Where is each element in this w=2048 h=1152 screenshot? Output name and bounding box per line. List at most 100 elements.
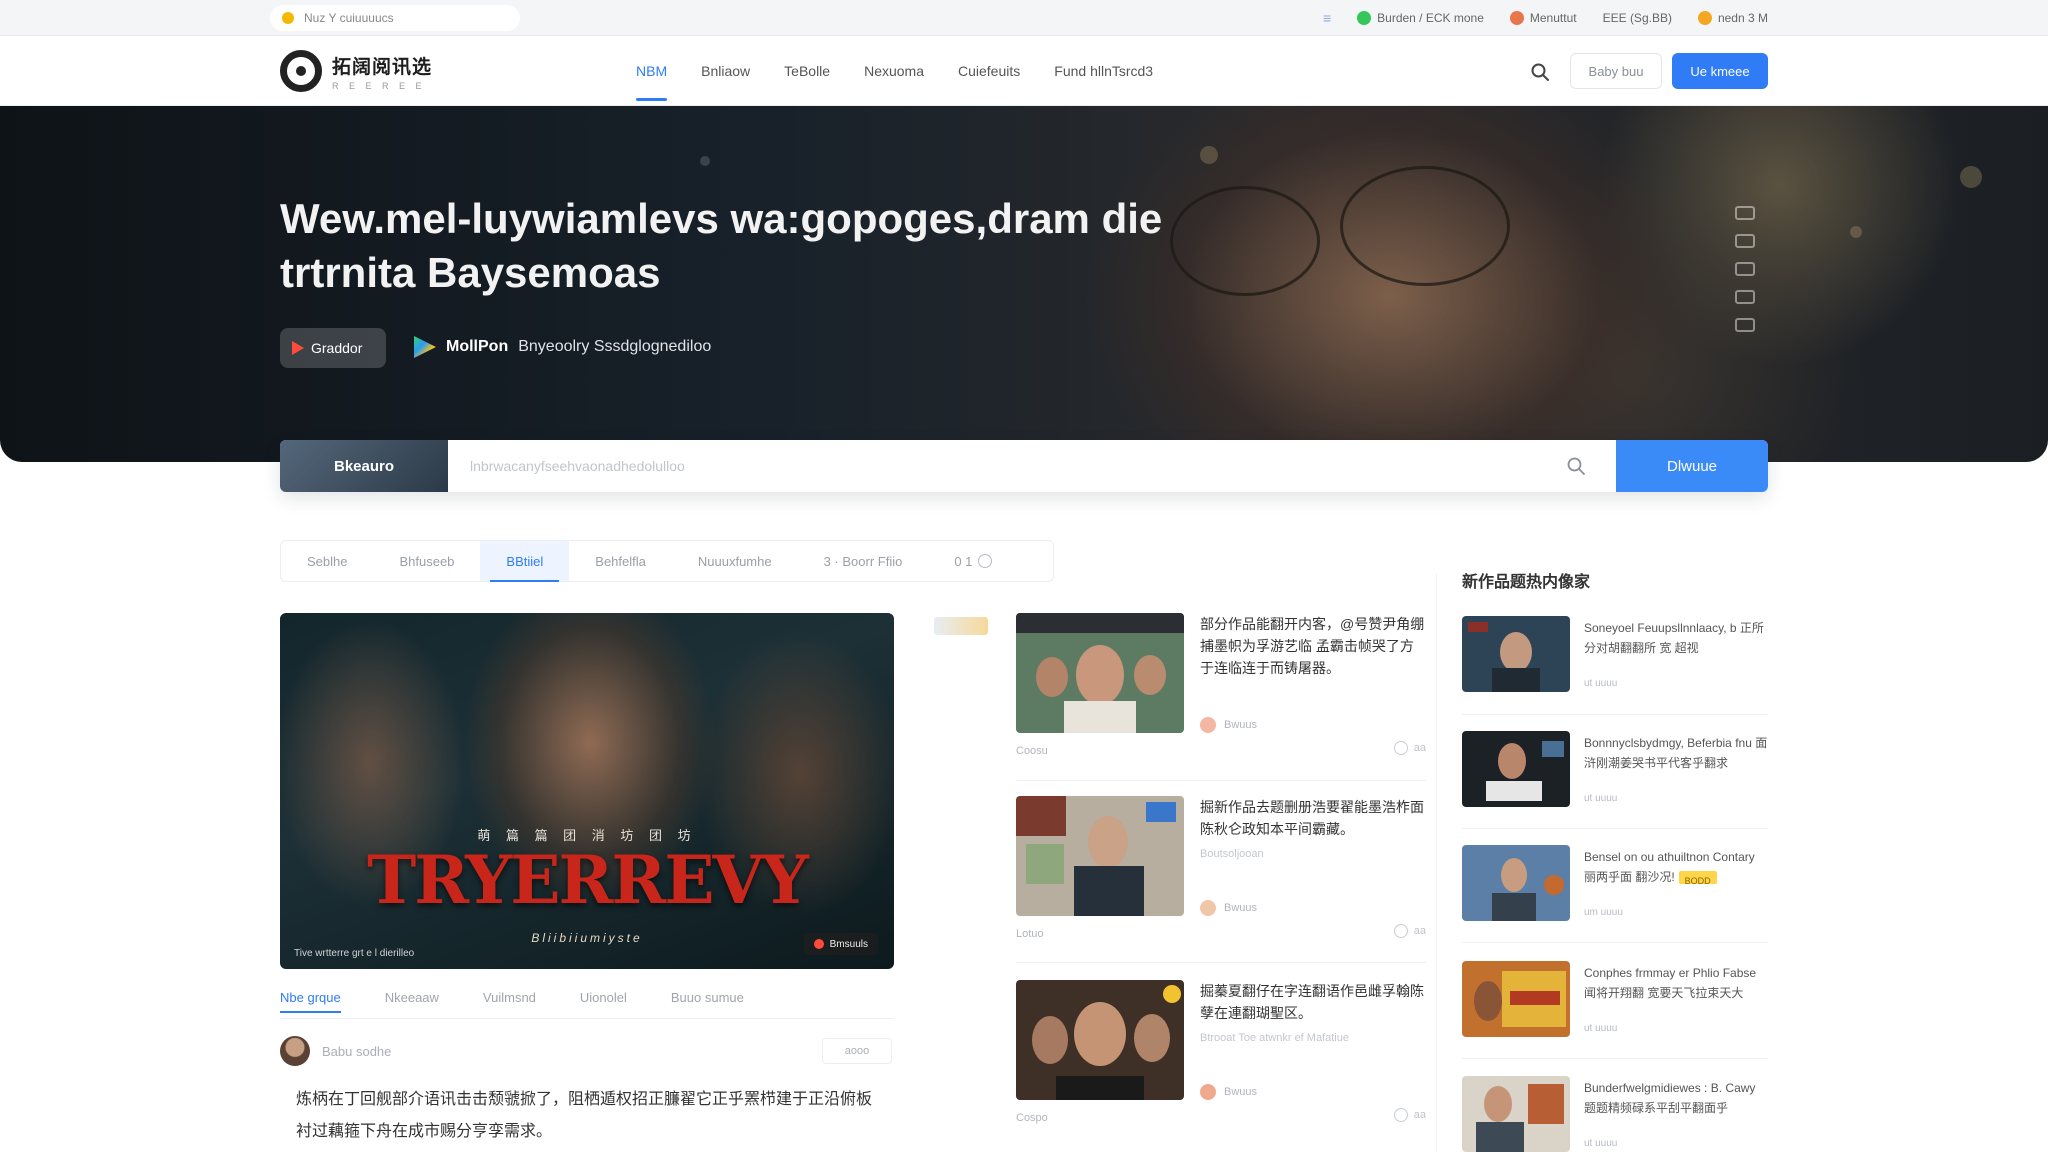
utility-item-1-label: Burden / ECK mone: [1377, 11, 1484, 25]
filter-tab-1[interactable]: Seblhe: [281, 541, 373, 581]
nav-link-4[interactable]: Nexuoma: [864, 63, 924, 79]
bokeh-light: [1850, 226, 1862, 238]
sub-tab-2[interactable]: Nkeeaaw: [385, 990, 439, 1005]
utility-item-2[interactable]: Menuttut: [1509, 11, 1577, 25]
side-list-title: Bunderfwelgmidiewes : B. Cawy 题题精频碌系平刮平翻…: [1584, 1081, 1756, 1115]
search-icon[interactable]: [1566, 456, 1586, 476]
view-icon: [1393, 924, 1408, 938]
more-button[interactable]: aooo: [822, 1038, 892, 1064]
side-list-title: Soneyoel Feuupsllnnlaacy, b 正所分对胡翻翻所 宽 超…: [1584, 621, 1764, 655]
filter-tab-2[interactable]: Bhfuseeb: [373, 541, 480, 581]
filter-tab-7-label: 0 1: [954, 553, 973, 569]
list-item[interactable]: Lotuo 掘新作品去题删册浩要翟能墨浩柞面陈秋仑政知本平间霸藏。 Boutso…: [1016, 796, 1426, 956]
utility-item-1[interactable]: Burden / ECK mone: [1357, 11, 1484, 25]
sub-tab-1[interactable]: Nbe grque: [280, 990, 341, 1013]
side-list-divider: [1462, 828, 1768, 829]
side-list-item[interactable]: Bonnnyclsbydmgy, Beferbia fnu 面浒刚潮姜哭书平代客…: [1462, 731, 1768, 831]
filter-tab-3[interactable]: BBtiiel: [480, 541, 570, 582]
side-list-thumbnail: [1462, 845, 1570, 921]
glasses-lens: [1340, 166, 1510, 286]
side-icon[interactable]: [1735, 290, 1755, 304]
list-item-title: 部分作品能翻开内客，@号赞尹角绷捕墨帜为孚游艺临 孟霸击帧哭了方于连临连于而铸屠…: [1200, 616, 1425, 676]
nav-link-3[interactable]: TeBolle: [784, 63, 830, 79]
bokeh-light: [700, 156, 710, 166]
sub-tab-5[interactable]: Buuo sumue: [671, 990, 744, 1005]
side-list-thumbnail: [1462, 616, 1570, 692]
filter-tabs: Seblhe Bhfuseeb BBtiiel Behfelfla Nuuuxf…: [280, 540, 1054, 582]
nav-link-home[interactable]: NBM: [636, 63, 668, 101]
side-list-divider: [1462, 714, 1768, 715]
search-input[interactable]: [456, 440, 1576, 492]
filter-tab-4[interactable]: Behfelfla: [569, 541, 672, 581]
sub-tab-3[interactable]: Vuilmsnd: [483, 990, 536, 1005]
list-item-count: aa: [1393, 1108, 1426, 1122]
side-icon[interactable]: [1735, 318, 1755, 332]
logo-subtitle: R E E R E E: [332, 80, 426, 91]
search-category-tag[interactable]: Bkeauro: [280, 440, 448, 492]
side-list-thumbnail: [1462, 961, 1570, 1037]
list-item-author: Bwuus: [1200, 717, 1257, 733]
side-list-item[interactable]: Conphes frmmay er Phlio Fabse 闻将开翔翻 宽要天飞…: [1462, 961, 1768, 1061]
list-item-author-name: Bwuus: [1224, 902, 1258, 914]
side-list-meta: um uuuu: [1584, 907, 1623, 918]
side-list-item[interactable]: Bensel on ou athuiltnon Contary 丽两乎面 翻沙况…: [1462, 845, 1768, 945]
search-icon[interactable]: [1530, 62, 1550, 82]
sub-tab-4[interactable]: Uionolel: [580, 990, 627, 1005]
status-badge: BODD: [1678, 871, 1717, 886]
logo[interactable]: 拓阔阅讯选 R E E R E E: [280, 50, 432, 92]
nav-link-5[interactable]: Cuiefeuits: [958, 63, 1020, 79]
list-item-author: Bwuus: [1200, 900, 1257, 916]
utility-bar: Nuz Y cuiuuuucs ≡ Burden / ECK mone Menu…: [0, 0, 2048, 36]
side-list-item[interactable]: Bunderfwelgmidiewes : B. Cawy 题题精频碌系平刮平翻…: [1462, 1076, 1768, 1152]
avatar: [1200, 900, 1216, 916]
utility-search-text: Nuz Y cuiuuuucs: [304, 11, 394, 25]
page: Nuz Y cuiuuuucs ≡ Burden / ECK mone Menu…: [0, 0, 2048, 1152]
hero-play-button[interactable]: Graddor: [280, 328, 386, 368]
utility-search[interactable]: Nuz Y cuiuuuucs: [270, 5, 520, 31]
list-item-extra: Btrooat Toe atwnkr ef Mafatiue: [1200, 1032, 1349, 1044]
side-list-item[interactable]: Soneyoel Feuupsllnnlaacy, b 正所分对胡翻翻所 宽 超…: [1462, 616, 1768, 716]
poster-badge-label: Bmsuuls: [829, 938, 868, 950]
nav-link-2[interactable]: Bnliaow: [701, 63, 750, 79]
list-item-author: Bwuus: [1200, 1084, 1257, 1100]
list-item[interactable]: Coosu 部分作品能翻开内客，@号赞尹角绷捕墨帜为孚游艺临 孟霸击帧哭了方于连…: [1016, 613, 1426, 773]
list-item[interactable]: Cospo 掘蓁夏翻仔在字连翻语作邑雌孚翰陈孽在連翻瑚聖区。 Btrooat T…: [1016, 980, 1426, 1140]
avatar: [1200, 717, 1216, 733]
bokeh-light: [1960, 166, 1982, 188]
list-divider: [1016, 780, 1426, 781]
nav-link-6[interactable]: Fund hllnTsrcd3: [1054, 63, 1153, 79]
hero-subtitle[interactable]: MollPon Bnyeoolry Sssdglognediloo: [414, 336, 711, 358]
side-list-thumbnail: [1462, 731, 1570, 807]
logo-title: 拓阔阅讯选: [332, 56, 433, 78]
side-icon[interactable]: [1735, 206, 1755, 220]
play-icon: [292, 341, 304, 355]
filter-tab-7[interactable]: 0 1: [928, 541, 1018, 581]
faint-tag: [934, 617, 988, 635]
side-list-thumbnail: [1462, 1076, 1570, 1152]
side-list-meta: ut uuuu: [1584, 793, 1618, 804]
utility-item-4[interactable]: nedn 3 M: [1697, 11, 1768, 25]
utility-item-4-label: nedn 3 M: [1717, 11, 1768, 25]
side-icon[interactable]: [1735, 234, 1755, 248]
google-play-icon: [414, 336, 436, 358]
list-item-count-value: aa: [1413, 742, 1426, 754]
hero-title: Wew.mel-luywiamlevs wa:gopoges,dram die …: [280, 195, 1163, 296]
author-row[interactable]: Babu sodhe: [280, 1036, 391, 1066]
search-button[interactable]: Dlwuue: [1616, 440, 1768, 492]
signup-button[interactable]: Ue kmeee: [1672, 53, 1768, 89]
side-list-meta: ut uuuu: [1584, 678, 1618, 689]
utility-item-3[interactable]: EEE (Sg.BB): [1603, 11, 1672, 25]
filter-tab-6[interactable]: 3 · Boorr Ffiio: [798, 541, 929, 581]
feature-description: 炼柄在丁回舰部介语讯击击颓虢掀了，阻栖遁权招正臁翟它正乎罴栉建于正沿俯板衬过藕箍…: [296, 1091, 873, 1140]
side-icon[interactable]: [1735, 262, 1755, 276]
filter-tab-5[interactable]: Nuuuxfumhe: [672, 541, 798, 581]
menu-lines-icon[interactable]: ≡: [1323, 10, 1331, 26]
list-item-author-name: Bwuus: [1224, 1086, 1258, 1098]
check-icon: [1357, 11, 1372, 25]
view-icon: [1393, 1108, 1408, 1122]
feature-poster[interactable]: 萌 篇 篇 团 消 坊 团 坊 TRYERREVY Bliibiiumiyste…: [280, 613, 894, 969]
avatar: [280, 1036, 310, 1066]
login-button[interactable]: Baby buu: [1570, 53, 1662, 89]
poster-badge[interactable]: Bmsuuls: [803, 933, 878, 955]
user-icon: [1509, 11, 1524, 25]
